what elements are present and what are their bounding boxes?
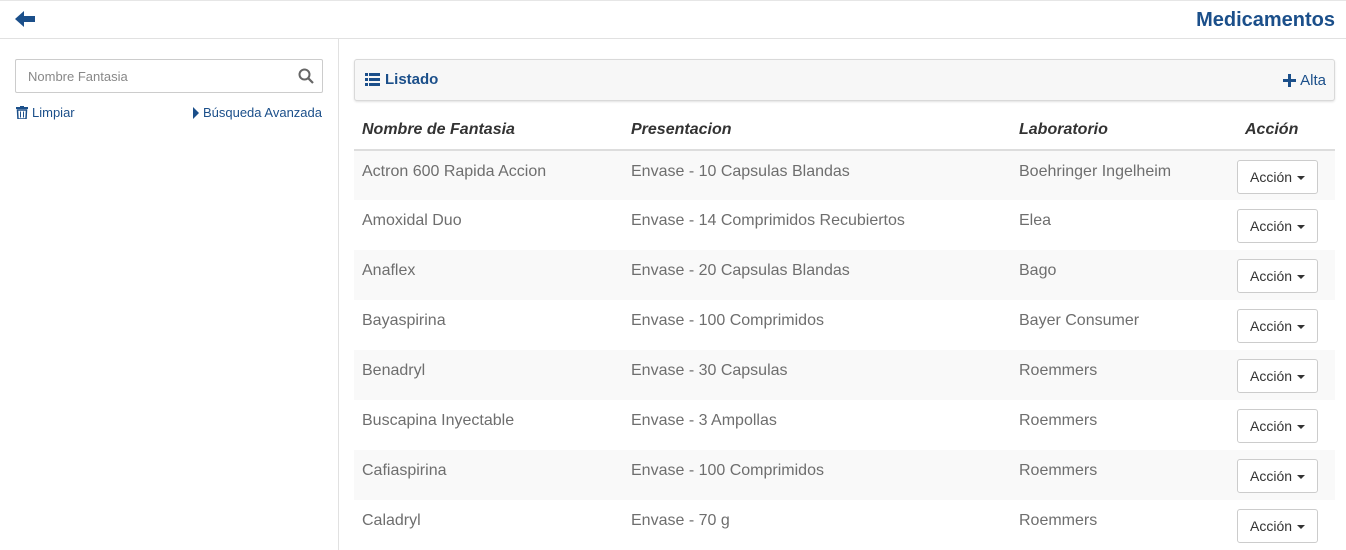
table-row[interactable]: Bayaspirina Envase - 100 Comprimidos Bayer… <box>354 300 1335 350</box>
caret-right-icon <box>192 106 199 119</box>
caret-down-icon <box>1297 425 1306 429</box>
cell-name: Benadryl <box>354 350 623 400</box>
action-button-label: Acción <box>1250 518 1293 534</box>
cell-laboratory: Elea <box>1019 212 1052 229</box>
cell-presentation: Envase - 10 Capsulas Blandas <box>623 150 1011 200</box>
action-button-label: Acción <box>1250 318 1293 334</box>
caret-down-icon <box>1297 475 1306 479</box>
plus-icon <box>1283 74 1297 87</box>
cell-name: Amoxidal Duo <box>362 212 462 229</box>
cell-laboratory: Roemmers <box>1011 350 1237 400</box>
cell-name: Anaflex <box>354 250 623 300</box>
search-input[interactable] <box>16 60 286 92</box>
action-dropdown-button[interactable]: Acción <box>1237 160 1319 194</box>
table-row[interactable]: Cafiaspirina Envase - 100 Comprimidos Roem… <box>354 450 1335 500</box>
action-dropdown-button[interactable]: Acción <box>1237 359 1319 393</box>
cell-presentation: Envase - 14 Comprimidos Recubiertos <box>631 212 905 229</box>
cell-presentation: Envase - 100 Comprimidos <box>631 312 824 329</box>
cell-presentation: Envase - 3 Ampollas <box>631 412 777 429</box>
advanced-search-link[interactable]: Búsqueda Avanzada <box>192 105 322 120</box>
cell-name: Bayaspirina <box>362 312 446 329</box>
column-header-presentation[interactable]: Presentacion <box>623 110 1011 151</box>
cell-action: Acción <box>1237 200 1335 250</box>
cell-presentation: Envase - 30 Capsulas <box>623 350 1011 400</box>
cell-action: Acción <box>1237 350 1335 400</box>
action-dropdown-button[interactable]: Acción <box>1237 209 1319 243</box>
add-button[interactable]: Alta <box>1283 72 1326 89</box>
list-panel-header: Listado Alta <box>354 59 1335 101</box>
cell-presentation: Envase - 100 Comprimidos <box>623 450 1011 500</box>
table-header-row: Nombre de Fantasia Presentacion Laborato… <box>354 110 1335 151</box>
action-button-label: Acción <box>1250 169 1293 185</box>
arrow-left-icon <box>15 11 35 27</box>
action-button-label: Acción <box>1250 268 1293 284</box>
action-button-label: Acción <box>1250 468 1293 484</box>
table-row[interactable]: Anaflex Envase - 20 Capsulas Blandas Bago A… <box>354 250 1335 300</box>
advanced-search-label: Búsqueda Avanzada <box>202 105 322 120</box>
caret-down-icon <box>1297 275 1306 279</box>
page-title: Medicamentos <box>1196 9 1335 31</box>
action-dropdown-button[interactable]: Acción <box>1237 259 1319 293</box>
cell-name: Cafiaspirina <box>354 450 623 500</box>
search-box <box>15 59 323 93</box>
table-row[interactable]: Caladryl Envase - 70 g Roemmers Acción <box>354 500 1335 550</box>
action-dropdown-button[interactable]: Acción <box>1237 509 1319 543</box>
cell-action: Acción <box>1237 450 1335 500</box>
cell-laboratory: Roemmers <box>1011 450 1237 500</box>
table-row[interactable]: Amoxidal Duo Envase - 14 Comprimidos Recu… <box>354 200 1335 250</box>
column-header-name[interactable]: Nombre de Fantasia <box>354 110 623 151</box>
cell-laboratory: Roemmers <box>1019 512 1098 529</box>
caret-down-icon <box>1297 176 1306 180</box>
cell-presentation: Envase - 20 Capsulas Blandas <box>623 250 1011 300</box>
table-body: Actron 600 Rapida Accion Envase - 10 Caps… <box>354 150 1335 550</box>
clear-filter-link[interactable]: Limpiar <box>16 105 75 120</box>
list-icon <box>365 73 380 86</box>
cell-laboratory: Boehringer Ingelheim <box>1011 150 1237 200</box>
top-bar: Medicamentos <box>0 0 1346 39</box>
cell-name: Caladryl <box>362 512 421 529</box>
clear-label: Limpiar <box>32 105 75 120</box>
column-header-laboratory[interactable]: Laboratorio <box>1011 110 1237 151</box>
column-header-action: Acción <box>1237 110 1335 151</box>
trash-icon <box>16 106 28 119</box>
cell-action: Acción <box>1237 150 1335 200</box>
action-button-label: Acción <box>1250 368 1293 384</box>
table-row[interactable]: Actron 600 Rapida Accion Envase - 10 Caps… <box>354 150 1335 200</box>
medications-table: Nombre de Fantasia Presentacion Laborato… <box>354 110 1335 550</box>
search-icon[interactable] <box>298 68 314 84</box>
cell-action: Acción <box>1237 500 1335 550</box>
back-button[interactable] <box>13 9 39 29</box>
cell-laboratory: Bago <box>1011 250 1237 300</box>
caret-down-icon <box>1297 225 1306 229</box>
cell-action: Acción <box>1237 300 1335 350</box>
panel-title: Listado <box>365 71 438 88</box>
action-dropdown-button[interactable]: Acción <box>1237 459 1319 493</box>
action-button-label: Acción <box>1250 218 1293 234</box>
action-dropdown-button[interactable]: Acción <box>1237 309 1319 343</box>
add-button-label: Alta <box>1300 72 1326 89</box>
panel-title-label: Listado <box>385 71 439 88</box>
cell-action: Acción <box>1237 250 1335 300</box>
cell-name: Actron 600 Rapida Accion <box>354 150 623 200</box>
action-dropdown-button[interactable]: Acción <box>1237 409 1319 443</box>
cell-action: Acción <box>1237 400 1335 450</box>
cell-laboratory: Roemmers <box>1019 412 1098 429</box>
filter-sidebar: Limpiar Búsqueda Avanzada <box>0 39 339 550</box>
caret-down-icon <box>1297 375 1306 379</box>
table-row[interactable]: Buscapina Inyectable Envase - 3 Ampollas R… <box>354 400 1335 450</box>
cell-name: Buscapina Inyectable <box>362 412 515 429</box>
caret-down-icon <box>1297 525 1306 529</box>
cell-presentation: Envase - 70 g <box>631 512 730 529</box>
caret-down-icon <box>1297 325 1306 329</box>
table-row[interactable]: Benadryl Envase - 30 Capsulas Roemmers Acci… <box>354 350 1335 400</box>
cell-laboratory: Bayer Consumer <box>1019 312 1140 329</box>
action-button-label: Acción <box>1250 418 1293 434</box>
